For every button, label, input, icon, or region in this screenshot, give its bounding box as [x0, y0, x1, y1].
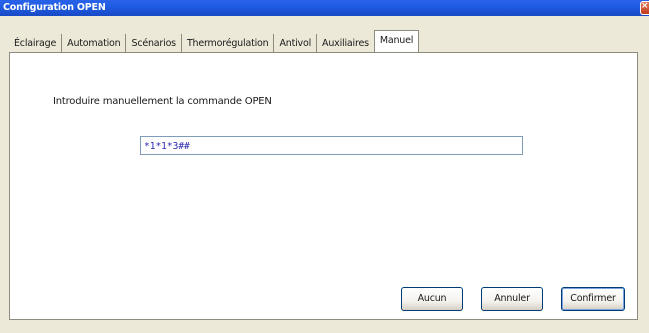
- tab-scenarios[interactable]: Scénarios: [126, 34, 182, 53]
- aucun-button[interactable]: Aucun: [401, 287, 463, 311]
- tab-strip: Éclairage Automation Scénarios Thermorég…: [9, 30, 420, 53]
- tab-manuel[interactable]: Manuel: [373, 30, 420, 53]
- annuler-button[interactable]: Annuler: [481, 287, 543, 311]
- tab-eclairage[interactable]: Éclairage: [9, 34, 63, 53]
- command-prompt-label: Introduire manuellement la commande OPEN: [53, 96, 272, 107]
- configuration-window: Configuration OPEN × Éclairage Automatio…: [0, 0, 649, 333]
- open-command-input[interactable]: [140, 136, 523, 155]
- tab-auxiliaires[interactable]: Auxiliaires: [317, 34, 375, 53]
- window-title: Configuration OPEN: [3, 2, 106, 13]
- title-bar[interactable]: Configuration OPEN ×: [0, 0, 649, 16]
- close-icon: ×: [641, 1, 649, 11]
- tab-antivol[interactable]: Antivol: [274, 34, 318, 53]
- manuel-tab-panel: [9, 52, 638, 320]
- confirmer-button[interactable]: Confirmer: [561, 287, 625, 311]
- tab-automation[interactable]: Automation: [62, 34, 127, 53]
- close-button[interactable]: ×: [640, 1, 649, 15]
- tab-thermoregulation[interactable]: Thermorégulation: [182, 34, 275, 53]
